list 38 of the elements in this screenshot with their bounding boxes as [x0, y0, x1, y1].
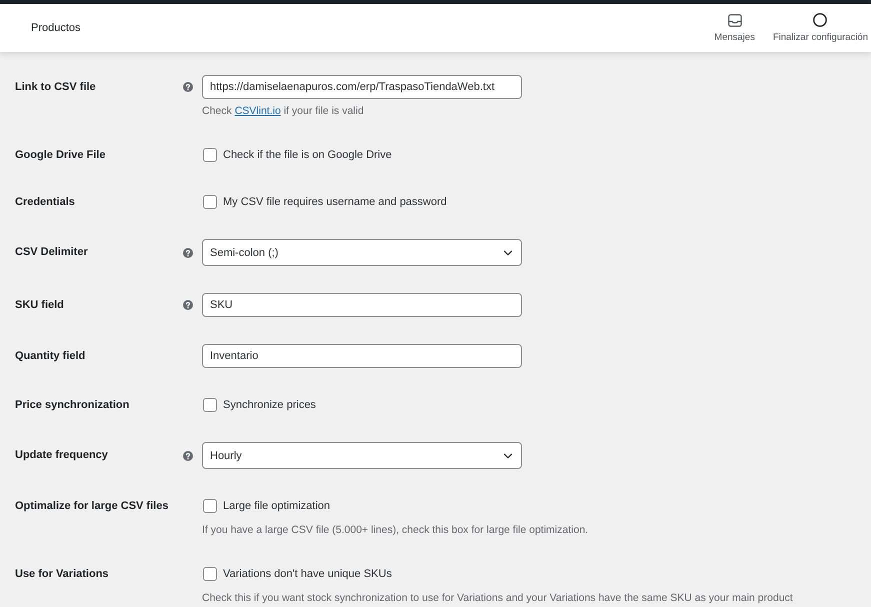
- setting-label: Update frequency: [15, 448, 108, 463]
- setting-label: Credentials: [15, 195, 75, 210]
- text-field[interactable]: https://damiselaenapuros.com/erp/TraspasoTiendaWeb.txt: [202, 75, 522, 99]
- checkbox-label[interactable]: Large file optimization: [223, 500, 330, 512]
- header-action-button[interactable]: Finalizar configuración: [772, 13, 868, 43]
- page-title: Productos: [31, 22, 81, 34]
- checkbox-label[interactable]: Check if the file is on Google Drive: [223, 149, 392, 161]
- help-link[interactable]: CSVlint.io: [234, 105, 281, 117]
- help-text: Check this if you want stock synchronization to use for Variations and your Variations have the same SKU as your main product: [202, 591, 793, 605]
- checkbox-label[interactable]: Synchronize prices: [223, 399, 316, 411]
- setting-label: Use for Variations: [15, 567, 109, 582]
- checkbox[interactable]: [203, 148, 217, 162]
- setting-label: CSV Delimiter: [15, 245, 88, 260]
- setting-label: Google Drive File: [15, 148, 106, 163]
- help-icon[interactable]: [183, 300, 193, 310]
- checkbox-label[interactable]: Variations don't have unique SKUs: [223, 568, 392, 580]
- dropdown[interactable]: Hourly: [202, 442, 522, 469]
- dropdown[interactable]: Semi-colon (;): [202, 239, 522, 266]
- ring-icon: [813, 13, 828, 27]
- setting-label: Price synchronization: [15, 398, 130, 413]
- help-text: Check CSVlint.io if your file is valid: [202, 104, 364, 118]
- inbox-icon: [728, 14, 742, 26]
- setting-label: SKU field: [15, 298, 64, 313]
- setting-label: Link to CSV file: [15, 80, 96, 95]
- help-text: If you have a large CSV file (5.000+ lines), check this box for large file optimization.: [202, 523, 588, 537]
- checkbox[interactable]: [203, 567, 217, 581]
- checkbox-label[interactable]: My CSV file requires username and password: [223, 196, 447, 208]
- setting-label: Optimalize for large CSV files: [15, 499, 168, 514]
- checkbox[interactable]: [203, 195, 217, 209]
- text-field[interactable]: Inventario: [202, 344, 522, 368]
- header-action-button[interactable]: Mensajes: [714, 14, 755, 42]
- help-icon[interactable]: [183, 248, 193, 258]
- text-field[interactable]: SKU: [202, 293, 522, 317]
- help-icon[interactable]: [183, 82, 193, 92]
- help-icon[interactable]: [183, 450, 193, 460]
- checkbox[interactable]: [203, 398, 217, 412]
- setting-label: Quantity field: [15, 349, 86, 364]
- checkbox[interactable]: [203, 499, 217, 513]
